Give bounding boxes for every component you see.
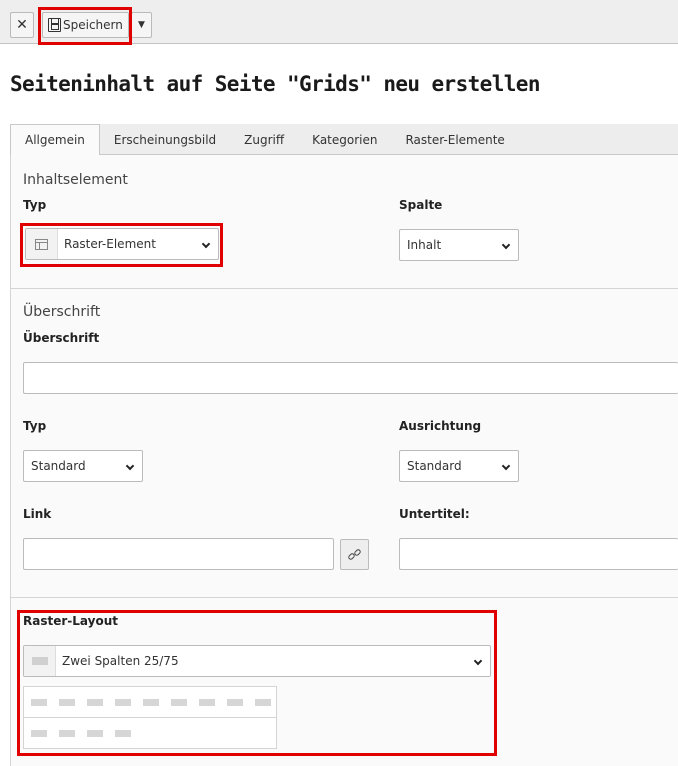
tab-kategorien[interactable]: Kategorien — [298, 124, 391, 155]
link-label: Link — [23, 507, 52, 521]
header-type-label: Typ — [23, 419, 47, 433]
close-button[interactable]: ✕ — [10, 12, 34, 38]
section-title-header: Überschrift — [23, 304, 101, 320]
grid-layout-select[interactable]: Zwei Spalten 25/75 — [23, 645, 491, 677]
header-input[interactable] — [23, 362, 678, 394]
alignment-select[interactable]: Standard — [399, 450, 519, 482]
chevron-down-icon — [501, 240, 511, 250]
tab-erscheinungsbild[interactable]: Erscheinungsbild — [100, 124, 230, 155]
tab-allgemein[interactable]: Allgemein — [10, 124, 100, 156]
grid-layout-preview — [23, 686, 277, 749]
tab-zugriff[interactable]: Zugriff — [230, 124, 298, 155]
save-button[interactable]: Speichern — [42, 12, 129, 38]
link-browser-button[interactable] — [340, 539, 369, 570]
divider — [10, 288, 678, 289]
tab-bar: Allgemein Erscheinungsbild Zugriff Kateg… — [10, 124, 678, 156]
chevron-down-icon — [125, 461, 135, 471]
subtitle-input[interactable] — [399, 538, 678, 570]
close-icon: ✕ — [16, 17, 28, 33]
floppy-disk-icon — [48, 18, 61, 32]
type-select-value: Raster-Element — [64, 237, 156, 251]
grid-layout-value: Zwei Spalten 25/75 — [62, 654, 179, 668]
save-options-dropdown[interactable]: ▼ — [131, 12, 152, 38]
preview-row — [24, 718, 276, 749]
subtitle-label: Untertitel: — [399, 507, 470, 521]
column-select-value: Inhalt — [407, 238, 442, 252]
link-input[interactable] — [23, 538, 334, 570]
toolbar: ✕ Speichern ▼ — [0, 0, 678, 44]
alignment-label: Ausrichtung — [399, 419, 482, 433]
column-select[interactable]: Inhalt — [399, 229, 519, 261]
alignment-value: Standard — [407, 459, 462, 473]
grid-element-icon — [26, 229, 58, 259]
chevron-down-icon — [201, 239, 211, 249]
section-title-content-element: Inhaltselement — [23, 172, 128, 188]
header-type-value: Standard — [31, 459, 86, 473]
link-icon — [346, 547, 362, 562]
layout-icon — [24, 646, 56, 676]
grid-layout-label: Raster-Layout — [23, 614, 118, 628]
type-select[interactable]: Raster-Element — [25, 228, 219, 260]
header-type-select[interactable]: Standard — [23, 450, 143, 482]
column-label: Spalte — [399, 198, 443, 212]
tab-raster-elemente[interactable]: Raster-Elemente — [391, 124, 518, 155]
page-title: Seiteninhalt auf Seite "Grids" neu erste… — [10, 72, 541, 96]
chevron-down-icon — [501, 461, 511, 471]
preview-row — [24, 687, 276, 718]
save-button-label: Speichern — [63, 18, 123, 32]
chevron-down-icon — [473, 656, 483, 666]
type-label: Typ — [23, 198, 47, 212]
divider — [10, 597, 678, 598]
header-label: Überschrift — [23, 331, 100, 345]
caret-down-icon: ▼ — [138, 20, 145, 30]
